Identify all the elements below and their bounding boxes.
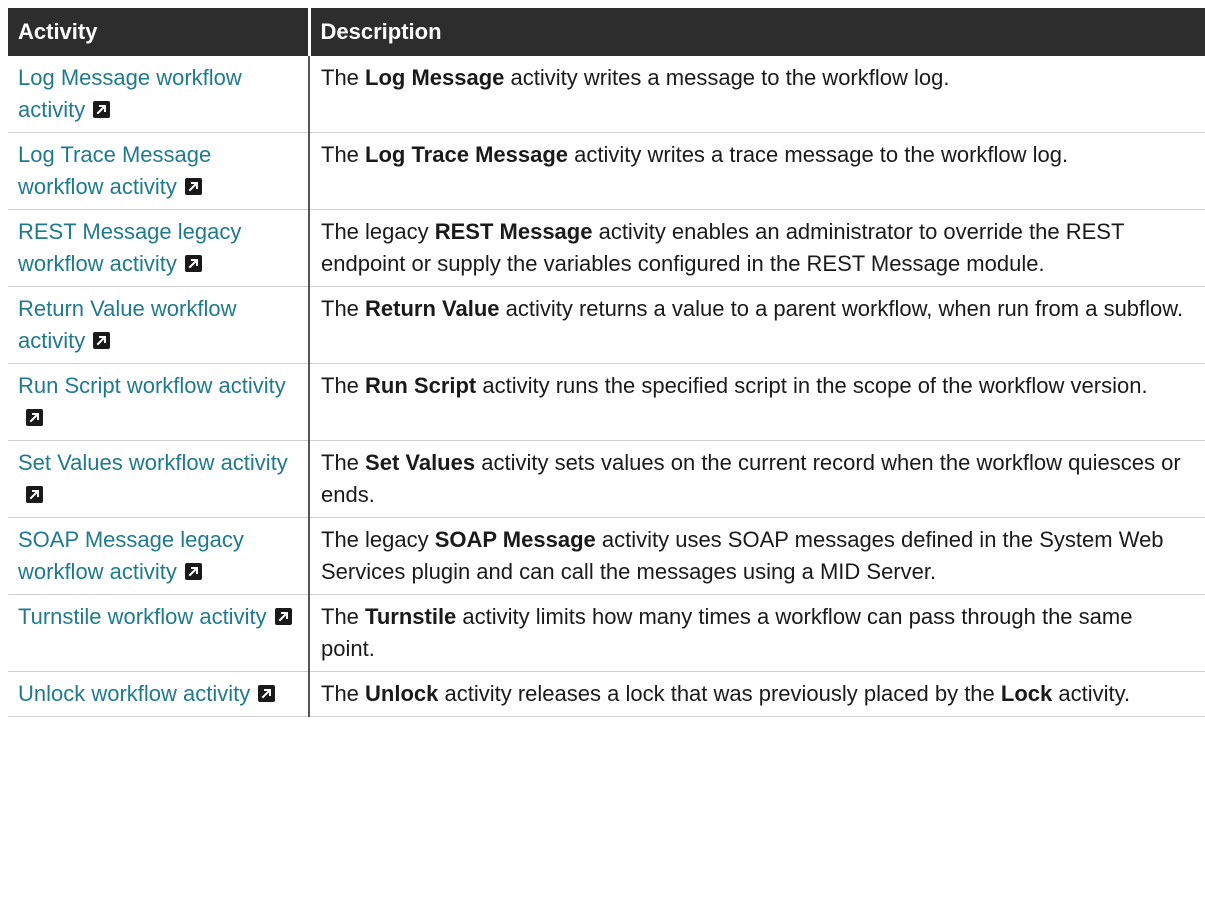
- description-prefix: The: [321, 65, 366, 90]
- activity-link-text: Log Message workflow activity: [18, 65, 242, 122]
- activity-link-text: Turnstile workflow activity: [18, 604, 267, 629]
- activity-cell: REST Message legacy workflow activity: [8, 209, 310, 287]
- external-link-icon: [184, 563, 202, 580]
- description-prefix: The legacy: [321, 527, 435, 552]
- activity-link-text: Log Trace Message workflow activity: [18, 142, 212, 199]
- activity-cell: Log Message workflow activity: [8, 56, 310, 133]
- table-row: Run Script workflow activity The Run Scr…: [8, 363, 1205, 441]
- activity-cell: Return Value workflow activity: [8, 286, 310, 364]
- table-row: REST Message legacy workflow activity Th…: [8, 209, 1205, 287]
- activity-link[interactable]: Turnstile workflow activity: [18, 604, 292, 629]
- external-link-icon: [26, 409, 43, 426]
- activity-cell: Turnstile workflow activity: [8, 594, 310, 672]
- description-prefix: The: [321, 681, 366, 706]
- description-cell: The legacy REST Message activity enables…: [309, 209, 1205, 287]
- activity-name: Turnstile: [365, 604, 457, 629]
- external-link-icon: [184, 255, 202, 272]
- header-description: Description: [307, 8, 1205, 56]
- activity-cell: Unlock workflow activity: [8, 671, 310, 717]
- activity-link[interactable]: Log Trace Message workflow activity: [18, 142, 211, 199]
- table-row: Unlock workflow activity The Unlock acti…: [8, 671, 1205, 717]
- description-text: activity runs the specified script in th…: [476, 373, 1148, 398]
- description-prefix: The: [321, 142, 366, 167]
- description-cell: The Log Trace Message activity writes a …: [309, 132, 1205, 210]
- activity-cell: Run Script workflow activity: [8, 363, 310, 441]
- activity-link-text: REST Message legacy workflow activity: [18, 219, 242, 276]
- table-header: Activity Description: [8, 8, 1205, 56]
- table-row: Log Message workflow activity The Log Me…: [8, 56, 1205, 133]
- activity-name: Return Value: [365, 296, 500, 321]
- description-suffix: activity.: [1052, 681, 1131, 706]
- table-row: Log Trace Message workflow activity The …: [8, 132, 1205, 210]
- table-row: Return Value workflow activity The Retur…: [8, 286, 1205, 364]
- description-text: activity writes a message to the workflo…: [504, 65, 950, 90]
- header-row: Activity Description: [8, 8, 1205, 56]
- activities-table: Activity Description Log Message workflo…: [8, 8, 1205, 717]
- description-prefix: The: [321, 373, 366, 398]
- table-body: Log Message workflow activity The Log Me…: [8, 56, 1205, 717]
- activity-link-text: Unlock workflow activity: [18, 681, 251, 706]
- activity-link[interactable]: Set Values workflow activity: [18, 450, 288, 507]
- external-link-icon: [93, 101, 111, 118]
- activity-name-secondary: Lock: [1000, 681, 1053, 706]
- description-cell: The Unlock activity releases a lock that…: [309, 671, 1205, 717]
- activity-name: Log Trace Message: [365, 142, 569, 167]
- table-row: Turnstile workflow activity The Turnstil…: [8, 594, 1205, 672]
- description-cell: The Return Value activity returns a valu…: [309, 286, 1205, 364]
- external-link-icon: [26, 486, 43, 503]
- activity-link-text: SOAP Message legacy workflow activity: [18, 527, 244, 584]
- table-row: Set Values workflow activity The Set Val…: [8, 440, 1205, 518]
- description-cell: The Set Values activity sets values on t…: [309, 440, 1205, 518]
- activity-link[interactable]: Unlock workflow activity: [18, 681, 276, 706]
- description-text: activity writes a trace message to the w…: [568, 142, 1069, 167]
- activity-name: Set Values: [365, 450, 476, 475]
- external-link-icon: [258, 685, 276, 702]
- activity-cell: Log Trace Message workflow activity: [8, 132, 310, 210]
- activity-link-text: Run Script workflow activity: [18, 373, 286, 398]
- activity-name: Unlock: [365, 681, 439, 706]
- description-cell: The Run Script activity runs the specifi…: [309, 363, 1205, 441]
- description-text: activity releases a lock that was previo…: [438, 681, 1001, 706]
- activity-link[interactable]: Log Message workflow activity: [18, 65, 242, 122]
- external-link-icon: [184, 178, 202, 195]
- activity-name: SOAP Message: [434, 527, 596, 552]
- external-link-icon: [93, 332, 111, 349]
- activity-link[interactable]: SOAP Message legacy workflow activity: [18, 527, 244, 584]
- activity-name: REST Message: [434, 219, 593, 244]
- description-cell: The legacy SOAP Message activity uses SO…: [309, 517, 1205, 595]
- activity-cell: SOAP Message legacy workflow activity: [8, 517, 310, 595]
- activity-cell: Set Values workflow activity: [8, 440, 310, 518]
- description-prefix: The: [321, 450, 366, 475]
- header-activity: Activity: [8, 8, 309, 56]
- activity-link-text: Return Value workflow activity: [18, 296, 237, 353]
- activity-link-text: Set Values workflow activity: [18, 450, 288, 475]
- activity-link[interactable]: Return Value workflow activity: [18, 296, 236, 353]
- description-text: activity returns a value to a parent wor…: [499, 296, 1184, 321]
- description-cell: The Log Message activity writes a messag…: [309, 56, 1205, 133]
- description-prefix: The: [321, 604, 366, 629]
- description-cell: The Turnstile activity limits how many t…: [309, 594, 1205, 672]
- activity-name: Log Message: [365, 65, 505, 90]
- description-prefix: The legacy: [321, 219, 435, 244]
- activity-name: Run Script: [365, 373, 477, 398]
- description-prefix: The: [321, 296, 366, 321]
- activity-link[interactable]: Run Script workflow activity: [18, 373, 286, 430]
- activity-link[interactable]: REST Message legacy workflow activity: [18, 219, 241, 276]
- table-row: SOAP Message legacy workflow activity Th…: [8, 517, 1205, 595]
- external-link-icon: [274, 608, 292, 625]
